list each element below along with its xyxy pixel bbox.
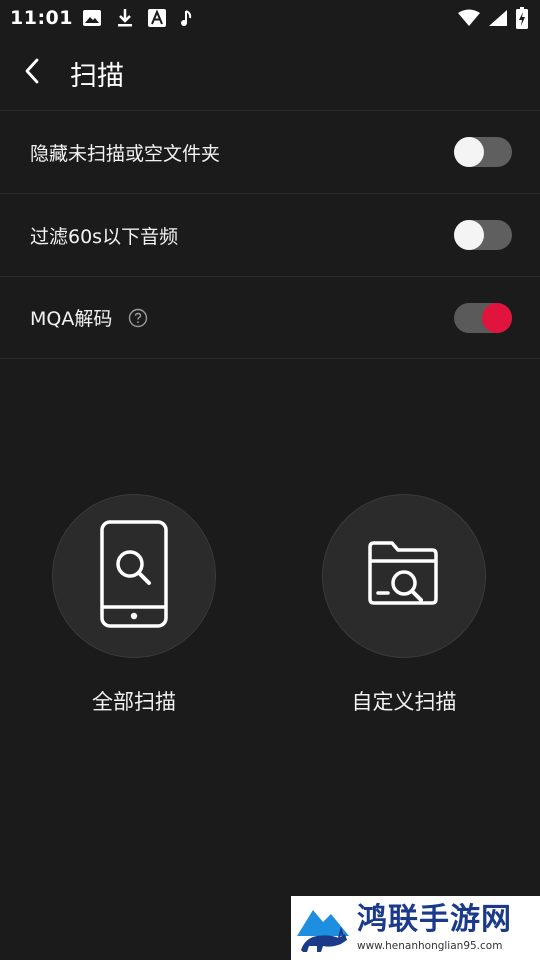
setting-mqa-decode: MQA解码	[0, 276, 540, 359]
scan-settings-screen: 11:01 扫描 隐藏未扫描或空文件夹 过滤60s以下音频 MQA解码 全部扫描…	[0, 0, 540, 960]
toggle-knob	[454, 137, 484, 167]
setting-filter-short-audio: 过滤60s以下音频	[0, 193, 540, 276]
setting-hide-empty-folders: 隐藏未扫描或空文件夹	[0, 110, 540, 193]
image-icon	[82, 9, 102, 27]
settings-list: 隐藏未扫描或空文件夹 过滤60s以下音频 MQA解码	[0, 110, 540, 359]
custom-scan-button[interactable]: 自定义扫描	[322, 494, 486, 716]
custom-scan-label: 自定义扫描	[351, 690, 457, 714]
app-a-icon	[148, 9, 166, 27]
chevron-left-icon	[22, 57, 42, 89]
hide-empty-folders-toggle[interactable]	[454, 137, 512, 167]
watermark-logo-icon	[295, 900, 351, 956]
wifi-icon	[458, 9, 480, 27]
custom-scan-circle	[322, 494, 486, 658]
scan-all-label: 全部扫描	[92, 690, 176, 714]
toggle-knob	[482, 302, 512, 333]
watermark-text: 鸿联手游网 www.henanhonglian95.com	[357, 903, 512, 953]
watermark-title: 鸿联手游网	[357, 902, 512, 937]
mqa-decode-toggle[interactable]	[454, 302, 512, 333]
toggle-knob	[454, 220, 484, 250]
scan-all-circle	[52, 494, 216, 658]
setting-label: 隐藏未扫描或空文件夹	[30, 142, 221, 165]
setting-label: MQA解码	[30, 308, 113, 330]
watermark-url: www.henanhonglian95.com	[357, 940, 503, 952]
notification-icons	[82, 8, 194, 28]
status-time: 11:01	[10, 7, 73, 29]
battery-charging-icon	[516, 7, 528, 29]
system-icons	[458, 7, 528, 29]
page-title: 扫描	[70, 60, 124, 92]
phone-search-icon	[99, 519, 169, 633]
folder-search-icon	[366, 539, 442, 613]
app-bar: 扫描	[0, 36, 540, 110]
setting-label: 过滤60s以下音频	[30, 225, 179, 248]
signal-icon	[488, 9, 508, 27]
filter-short-audio-toggle[interactable]	[454, 220, 512, 250]
scan-all-button[interactable]: 全部扫描	[52, 494, 216, 716]
download-icon	[116, 8, 134, 28]
status-bar: 11:01	[0, 0, 540, 36]
question-circle-icon[interactable]	[128, 308, 148, 328]
watermark: 鸿联手游网 www.henanhonglian95.com	[291, 896, 540, 960]
back-button[interactable]	[4, 45, 60, 101]
music-note-icon	[180, 8, 194, 28]
